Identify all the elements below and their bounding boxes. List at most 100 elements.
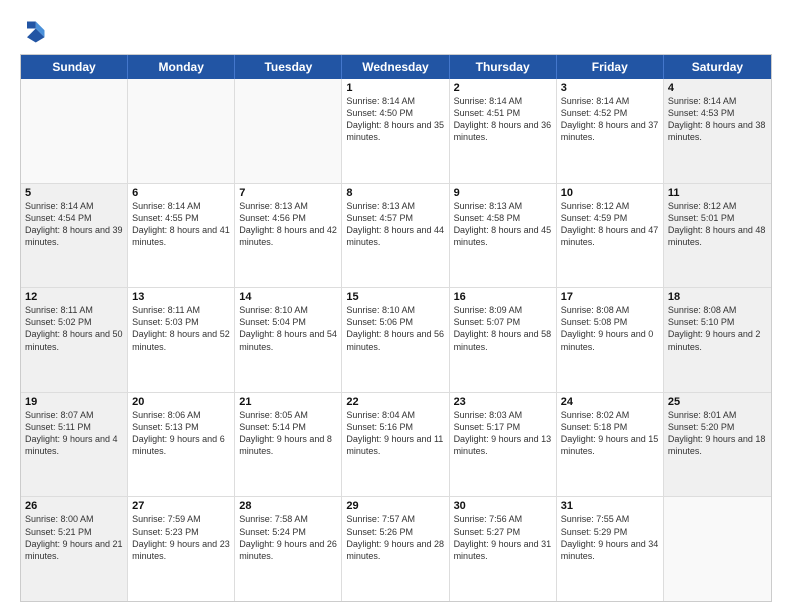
- logo-icon: [20, 18, 48, 46]
- calendar-cell: [235, 79, 342, 183]
- day-number: 28: [239, 500, 337, 512]
- cell-info: Sunrise: 8:13 AM Sunset: 4:57 PM Dayligh…: [346, 200, 444, 249]
- cell-info: Sunrise: 8:11 AM Sunset: 5:02 PM Dayligh…: [25, 304, 123, 353]
- cell-info: Sunrise: 8:14 AM Sunset: 4:52 PM Dayligh…: [561, 95, 659, 144]
- calendar-cell: 11Sunrise: 8:12 AM Sunset: 5:01 PM Dayli…: [664, 184, 771, 288]
- cell-info: Sunrise: 8:01 AM Sunset: 5:20 PM Dayligh…: [668, 409, 767, 458]
- day-number: 8: [346, 187, 444, 199]
- calendar-cell: 30Sunrise: 7:56 AM Sunset: 5:27 PM Dayli…: [450, 497, 557, 601]
- day-number: 20: [132, 396, 230, 408]
- day-number: 6: [132, 187, 230, 199]
- cell-info: Sunrise: 8:10 AM Sunset: 5:06 PM Dayligh…: [346, 304, 444, 353]
- day-number: 19: [25, 396, 123, 408]
- calendar-cell: 14Sunrise: 8:10 AM Sunset: 5:04 PM Dayli…: [235, 288, 342, 392]
- calendar-cell: 24Sunrise: 8:02 AM Sunset: 5:18 PM Dayli…: [557, 393, 664, 497]
- day-number: 2: [454, 82, 552, 94]
- day-number: 29: [346, 500, 444, 512]
- calendar-cell: 4Sunrise: 8:14 AM Sunset: 4:53 PM Daylig…: [664, 79, 771, 183]
- cell-info: Sunrise: 8:14 AM Sunset: 4:53 PM Dayligh…: [668, 95, 767, 144]
- calendar-cell: 20Sunrise: 8:06 AM Sunset: 5:13 PM Dayli…: [128, 393, 235, 497]
- day-number: 14: [239, 291, 337, 303]
- cell-info: Sunrise: 8:14 AM Sunset: 4:55 PM Dayligh…: [132, 200, 230, 249]
- day-number: 7: [239, 187, 337, 199]
- day-number: 13: [132, 291, 230, 303]
- calendar-cell: 28Sunrise: 7:58 AM Sunset: 5:24 PM Dayli…: [235, 497, 342, 601]
- cell-info: Sunrise: 8:03 AM Sunset: 5:17 PM Dayligh…: [454, 409, 552, 458]
- day-number: 21: [239, 396, 337, 408]
- calendar-cell: 8Sunrise: 8:13 AM Sunset: 4:57 PM Daylig…: [342, 184, 449, 288]
- calendar-header: SundayMondayTuesdayWednesdayThursdayFrid…: [21, 55, 771, 79]
- cell-info: Sunrise: 8:14 AM Sunset: 4:50 PM Dayligh…: [346, 95, 444, 144]
- day-number: 31: [561, 500, 659, 512]
- day-number: 22: [346, 396, 444, 408]
- calendar-cell: 25Sunrise: 8:01 AM Sunset: 5:20 PM Dayli…: [664, 393, 771, 497]
- day-number: 11: [668, 187, 767, 199]
- header-cell: Wednesday: [342, 55, 449, 79]
- cell-info: Sunrise: 8:04 AM Sunset: 5:16 PM Dayligh…: [346, 409, 444, 458]
- header-cell: Thursday: [450, 55, 557, 79]
- calendar-row: 26Sunrise: 8:00 AM Sunset: 5:21 PM Dayli…: [21, 497, 771, 601]
- calendar-cell: 21Sunrise: 8:05 AM Sunset: 5:14 PM Dayli…: [235, 393, 342, 497]
- day-number: 16: [454, 291, 552, 303]
- cell-info: Sunrise: 8:08 AM Sunset: 5:10 PM Dayligh…: [668, 304, 767, 353]
- calendar-cell: 9Sunrise: 8:13 AM Sunset: 4:58 PM Daylig…: [450, 184, 557, 288]
- calendar-cell: 23Sunrise: 8:03 AM Sunset: 5:17 PM Dayli…: [450, 393, 557, 497]
- calendar-cell: 17Sunrise: 8:08 AM Sunset: 5:08 PM Dayli…: [557, 288, 664, 392]
- day-number: 30: [454, 500, 552, 512]
- calendar-row: 12Sunrise: 8:11 AM Sunset: 5:02 PM Dayli…: [21, 288, 771, 393]
- cell-info: Sunrise: 8:09 AM Sunset: 5:07 PM Dayligh…: [454, 304, 552, 353]
- cell-info: Sunrise: 8:02 AM Sunset: 5:18 PM Dayligh…: [561, 409, 659, 458]
- cell-info: Sunrise: 7:56 AM Sunset: 5:27 PM Dayligh…: [454, 513, 552, 562]
- day-number: 25: [668, 396, 767, 408]
- calendar-cell: 7Sunrise: 8:13 AM Sunset: 4:56 PM Daylig…: [235, 184, 342, 288]
- cell-info: Sunrise: 8:06 AM Sunset: 5:13 PM Dayligh…: [132, 409, 230, 458]
- day-number: 9: [454, 187, 552, 199]
- calendar-cell: 18Sunrise: 8:08 AM Sunset: 5:10 PM Dayli…: [664, 288, 771, 392]
- day-number: 15: [346, 291, 444, 303]
- page: SundayMondayTuesdayWednesdayThursdayFrid…: [0, 0, 792, 612]
- calendar-cell: 27Sunrise: 7:59 AM Sunset: 5:23 PM Dayli…: [128, 497, 235, 601]
- calendar-cell: 26Sunrise: 8:00 AM Sunset: 5:21 PM Dayli…: [21, 497, 128, 601]
- day-number: 5: [25, 187, 123, 199]
- cell-info: Sunrise: 8:13 AM Sunset: 4:56 PM Dayligh…: [239, 200, 337, 249]
- calendar-cell: 5Sunrise: 8:14 AM Sunset: 4:54 PM Daylig…: [21, 184, 128, 288]
- cell-info: Sunrise: 8:11 AM Sunset: 5:03 PM Dayligh…: [132, 304, 230, 353]
- cell-info: Sunrise: 8:05 AM Sunset: 5:14 PM Dayligh…: [239, 409, 337, 458]
- cell-info: Sunrise: 8:10 AM Sunset: 5:04 PM Dayligh…: [239, 304, 337, 353]
- day-number: 23: [454, 396, 552, 408]
- calendar-cell: 10Sunrise: 8:12 AM Sunset: 4:59 PM Dayli…: [557, 184, 664, 288]
- cell-info: Sunrise: 8:14 AM Sunset: 4:54 PM Dayligh…: [25, 200, 123, 249]
- calendar-cell: [664, 497, 771, 601]
- cell-info: Sunrise: 7:57 AM Sunset: 5:26 PM Dayligh…: [346, 513, 444, 562]
- logo: [20, 18, 52, 46]
- calendar-cell: 29Sunrise: 7:57 AM Sunset: 5:26 PM Dayli…: [342, 497, 449, 601]
- cell-info: Sunrise: 8:12 AM Sunset: 5:01 PM Dayligh…: [668, 200, 767, 249]
- calendar-cell: 16Sunrise: 8:09 AM Sunset: 5:07 PM Dayli…: [450, 288, 557, 392]
- day-number: 27: [132, 500, 230, 512]
- calendar-row: 5Sunrise: 8:14 AM Sunset: 4:54 PM Daylig…: [21, 184, 771, 289]
- calendar-cell: 12Sunrise: 8:11 AM Sunset: 5:02 PM Dayli…: [21, 288, 128, 392]
- calendar-cell: 1Sunrise: 8:14 AM Sunset: 4:50 PM Daylig…: [342, 79, 449, 183]
- day-number: 10: [561, 187, 659, 199]
- calendar-cell: 15Sunrise: 8:10 AM Sunset: 5:06 PM Dayli…: [342, 288, 449, 392]
- day-number: 4: [668, 82, 767, 94]
- top-section: [20, 18, 772, 46]
- cell-info: Sunrise: 7:55 AM Sunset: 5:29 PM Dayligh…: [561, 513, 659, 562]
- day-number: 3: [561, 82, 659, 94]
- day-number: 12: [25, 291, 123, 303]
- calendar-cell: 31Sunrise: 7:55 AM Sunset: 5:29 PM Dayli…: [557, 497, 664, 601]
- header-cell: Monday: [128, 55, 235, 79]
- header-cell: Sunday: [21, 55, 128, 79]
- cell-info: Sunrise: 7:58 AM Sunset: 5:24 PM Dayligh…: [239, 513, 337, 562]
- day-number: 26: [25, 500, 123, 512]
- calendar-cell: 3Sunrise: 8:14 AM Sunset: 4:52 PM Daylig…: [557, 79, 664, 183]
- cell-info: Sunrise: 8:12 AM Sunset: 4:59 PM Dayligh…: [561, 200, 659, 249]
- day-number: 1: [346, 82, 444, 94]
- cell-info: Sunrise: 8:08 AM Sunset: 5:08 PM Dayligh…: [561, 304, 659, 353]
- calendar-cell: 22Sunrise: 8:04 AM Sunset: 5:16 PM Dayli…: [342, 393, 449, 497]
- header-cell: Saturday: [664, 55, 771, 79]
- header-cell: Tuesday: [235, 55, 342, 79]
- day-number: 17: [561, 291, 659, 303]
- cell-info: Sunrise: 8:13 AM Sunset: 4:58 PM Dayligh…: [454, 200, 552, 249]
- calendar-cell: 6Sunrise: 8:14 AM Sunset: 4:55 PM Daylig…: [128, 184, 235, 288]
